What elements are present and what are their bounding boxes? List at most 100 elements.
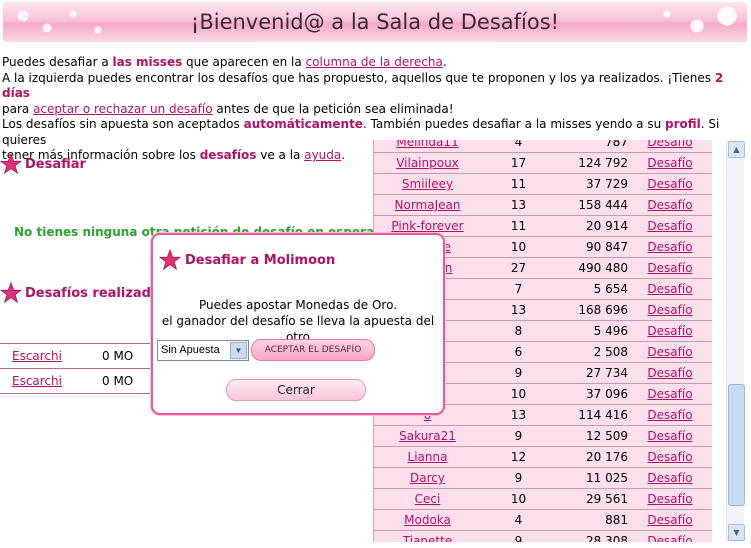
challenge-link[interactable]: Desafío	[628, 140, 712, 149]
miss-points: 90 847	[586, 240, 628, 254]
miss-points: 114 416	[578, 408, 628, 422]
miss-level: 9	[514, 366, 523, 380]
scroll-thumb[interactable]	[728, 384, 745, 506]
miss-level: 8	[514, 324, 523, 338]
accept-reject-link[interactable]: aceptar o rechazar un desafío	[33, 102, 212, 116]
intro-text-part: Puedes desafiar a	[2, 55, 113, 69]
miss-name-link[interactable]: Ceci	[374, 492, 481, 506]
miss-points: 124 792	[578, 156, 628, 170]
intro-highlight: las misses	[112, 55, 183, 69]
challenge-link[interactable]: Desafío	[628, 513, 712, 527]
modal-title-row: Desafiar a Molimoon	[159, 249, 335, 271]
miss-level: 13	[510, 303, 527, 317]
miss-level: 12	[510, 450, 527, 464]
miss-level: 6	[514, 345, 523, 359]
miss-level: 10	[510, 387, 527, 401]
challenge-link[interactable]: Desafío	[628, 429, 712, 443]
miss-name-link[interactable]: Darcy	[374, 471, 481, 485]
challenge-link[interactable]: Desafío	[628, 156, 712, 170]
help-link[interactable]: ayuda	[304, 148, 341, 162]
chevron-down-icon[interactable]: ▼	[230, 342, 247, 359]
miss-row: Modoka 4 881 Desafío	[374, 510, 712, 531]
bet-select[interactable]: Sin Apuesta ▼	[157, 340, 249, 361]
challenge-link[interactable]: Desafío	[628, 303, 712, 317]
challenge-link[interactable]: Desafío	[628, 387, 712, 401]
miss-points: 168 696	[578, 303, 628, 317]
miss-points: 37 096	[586, 387, 628, 401]
miss-name-link[interactable]: Melinda11	[374, 140, 481, 149]
miss-points: 5 654	[593, 282, 628, 296]
intro-text-part: Los desafíos sin apuesta son aceptados	[2, 117, 244, 131]
challenge-link[interactable]: Desafío	[628, 471, 712, 485]
scroll-down-button[interactable]: ▼	[728, 524, 745, 541]
desafiar-section-title: Desafiar	[0, 153, 86, 175]
miss-points: 787	[605, 140, 628, 149]
challenge-link[interactable]: Desafío	[628, 240, 712, 254]
miss-name-link[interactable]: NormaJean	[374, 198, 481, 212]
miss-row: Melinda11 4 787 Desafío	[374, 140, 712, 153]
challenge-link[interactable]: Desafío	[628, 450, 712, 464]
miss-points: 20 176	[586, 450, 628, 464]
challenge-modal: Desafiar a Molimoon Puedes apostar Moned…	[151, 233, 445, 415]
miss-level: 10	[510, 240, 527, 254]
miss-level: 17	[510, 156, 527, 170]
miss-name-link[interactable]: Tianette	[374, 534, 481, 542]
challenge-link[interactable]: Desafío	[628, 345, 712, 359]
challenge-link[interactable]: Desafío	[628, 198, 712, 212]
miss-level: 10	[510, 492, 527, 506]
miss-row: Vilainpoux 17 124 792 Desafío	[374, 153, 712, 174]
miss-level: 9	[514, 534, 523, 542]
miss-level: 11	[510, 219, 527, 233]
intro-text-part: . También puedes desafiar a la misses ye…	[362, 117, 665, 131]
miss-name-link[interactable]: Smiileey	[374, 177, 481, 191]
scroll-up-button[interactable]: ▲	[728, 141, 745, 158]
miss-row: Darcy 9 11 025 Desafío	[374, 468, 712, 489]
miss-row: Sakura21 9 12 509 Desafío	[374, 426, 712, 447]
bet-select-value: Sin Apuesta	[161, 344, 220, 356]
miss-level: 27	[510, 261, 527, 275]
opponent-link[interactable]: Escarchi	[0, 374, 102, 388]
miss-row: Smiileey 11 37 729 Desafío	[374, 174, 712, 195]
close-button[interactable]: Cerrar	[226, 379, 366, 401]
challenge-link[interactable]: Desafío	[628, 408, 712, 422]
accept-challenge-button[interactable]: ACEPTAR EL DESAFÍO	[251, 339, 375, 361]
modal-description: Puedes apostar Monedas de Oro. el ganado…	[153, 297, 443, 345]
miss-name-link[interactable]: Pink-forever	[374, 219, 481, 233]
miss-level: 9	[514, 471, 523, 485]
miss-name-link[interactable]: Vilainpoux	[374, 156, 481, 170]
miss-points: 29 561	[586, 492, 628, 506]
miss-row: Tianette 9 28 308 Desafío	[374, 531, 712, 542]
intro-text-part: .	[341, 148, 346, 162]
miss-points: 11 025	[586, 471, 628, 485]
challenge-link[interactable]: Desafío	[628, 534, 712, 542]
miss-name-link[interactable]: Sakura21	[374, 429, 481, 443]
challenge-link[interactable]: Desafío	[628, 324, 712, 338]
miss-points: 881	[605, 513, 628, 527]
miss-row: NormaJean 13 158 444 Desafío	[374, 195, 712, 216]
header-banner: ¡Bienvenid@ a la Sala de Desafíos!	[3, 2, 747, 42]
miss-level: 13	[510, 198, 527, 212]
miss-row: Ceci 10 29 561 Desafío	[374, 489, 712, 510]
intro-highlight: automáticamente	[243, 117, 363, 131]
opponent-link[interactable]: Escarchi	[0, 349, 102, 363]
challenge-link[interactable]: Desafío	[628, 366, 712, 380]
challenge-link[interactable]: Desafío	[628, 177, 712, 191]
miss-level: 11	[510, 177, 527, 191]
miss-name-link[interactable]: Modoka	[374, 513, 481, 527]
challenge-link[interactable]: Desafío	[628, 492, 712, 506]
miss-points: 27 734	[586, 366, 628, 380]
intro-text-part: .	[442, 55, 447, 69]
intro-highlight: profil	[665, 117, 701, 131]
modal-title: Desafiar a Molimoon	[185, 252, 336, 268]
star-icon	[159, 249, 181, 271]
challenge-link[interactable]: Desafío	[628, 261, 712, 275]
challenge-link[interactable]: Desafío	[628, 282, 712, 296]
right-column-link[interactable]: columna de la derecha	[306, 55, 443, 69]
challenge-link[interactable]: Desafío	[628, 219, 712, 233]
miss-name-link[interactable]: Lianna	[374, 450, 481, 464]
star-icon	[0, 282, 22, 304]
desafiar-title: Desafiar	[25, 156, 86, 172]
intro-text-part: ve a la	[256, 148, 305, 162]
miss-level: 4	[514, 513, 523, 527]
list-scrollbar[interactable]: ▲ ▼	[726, 140, 745, 542]
